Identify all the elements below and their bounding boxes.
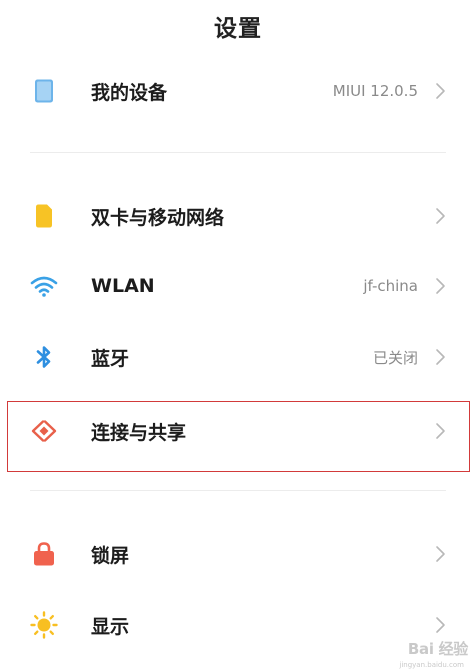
settings-item-connection-share[interactable]: 连接与共享 [0,396,476,466]
settings-item-label: 锁屏 [91,544,130,567]
chevron-right-icon [436,278,445,294]
section-divider [30,152,446,153]
lock-icon [30,540,58,568]
settings-item-label: 蓝牙 [91,347,130,370]
settings-item-label: WLAN [91,275,155,297]
chevron-right-icon [436,546,445,562]
bluetooth-icon [30,343,58,371]
settings-item-label: 我的设备 [91,81,168,104]
settings-item-wlan[interactable]: WLAN jf-china [0,251,476,321]
header: 设置 [0,0,476,52]
tablet-icon [30,77,58,105]
settings-item-value: 已关闭 [372,348,418,367]
settings-item-label: 连接与共享 [91,421,187,444]
settings-item-value: jf-china [363,277,418,295]
settings-item-sim-mobile[interactable]: 双卡与移动网络 [0,181,476,251]
sun-icon [30,611,58,639]
page-title: 设置 [214,16,262,42]
settings-item-label: 双卡与移动网络 [91,206,225,229]
chevron-right-icon [436,208,445,224]
settings-item-my-device[interactable]: 我的设备 MIUI 12.0.5 [0,56,476,126]
watermark-url: jingyan.baidu.com [399,661,464,669]
settings-item-label: 显示 [91,615,130,638]
section-divider [30,490,446,491]
settings-item-bluetooth[interactable]: 蓝牙 已关闭 [0,322,476,392]
chevron-right-icon [436,349,445,365]
settings-item-value: MIUI 12.0.5 [332,82,418,100]
chevron-right-icon [436,83,445,99]
sim-card-icon [30,202,58,230]
settings-item-lock-screen[interactable]: 锁屏 [0,519,476,589]
watermark-text: Bai 经验 [407,640,468,658]
share-connect-icon [30,417,58,445]
watermark: Bai 经验 jingyan.baidu.com [373,629,468,669]
chevron-right-icon [436,423,445,439]
wifi-icon [30,272,58,300]
